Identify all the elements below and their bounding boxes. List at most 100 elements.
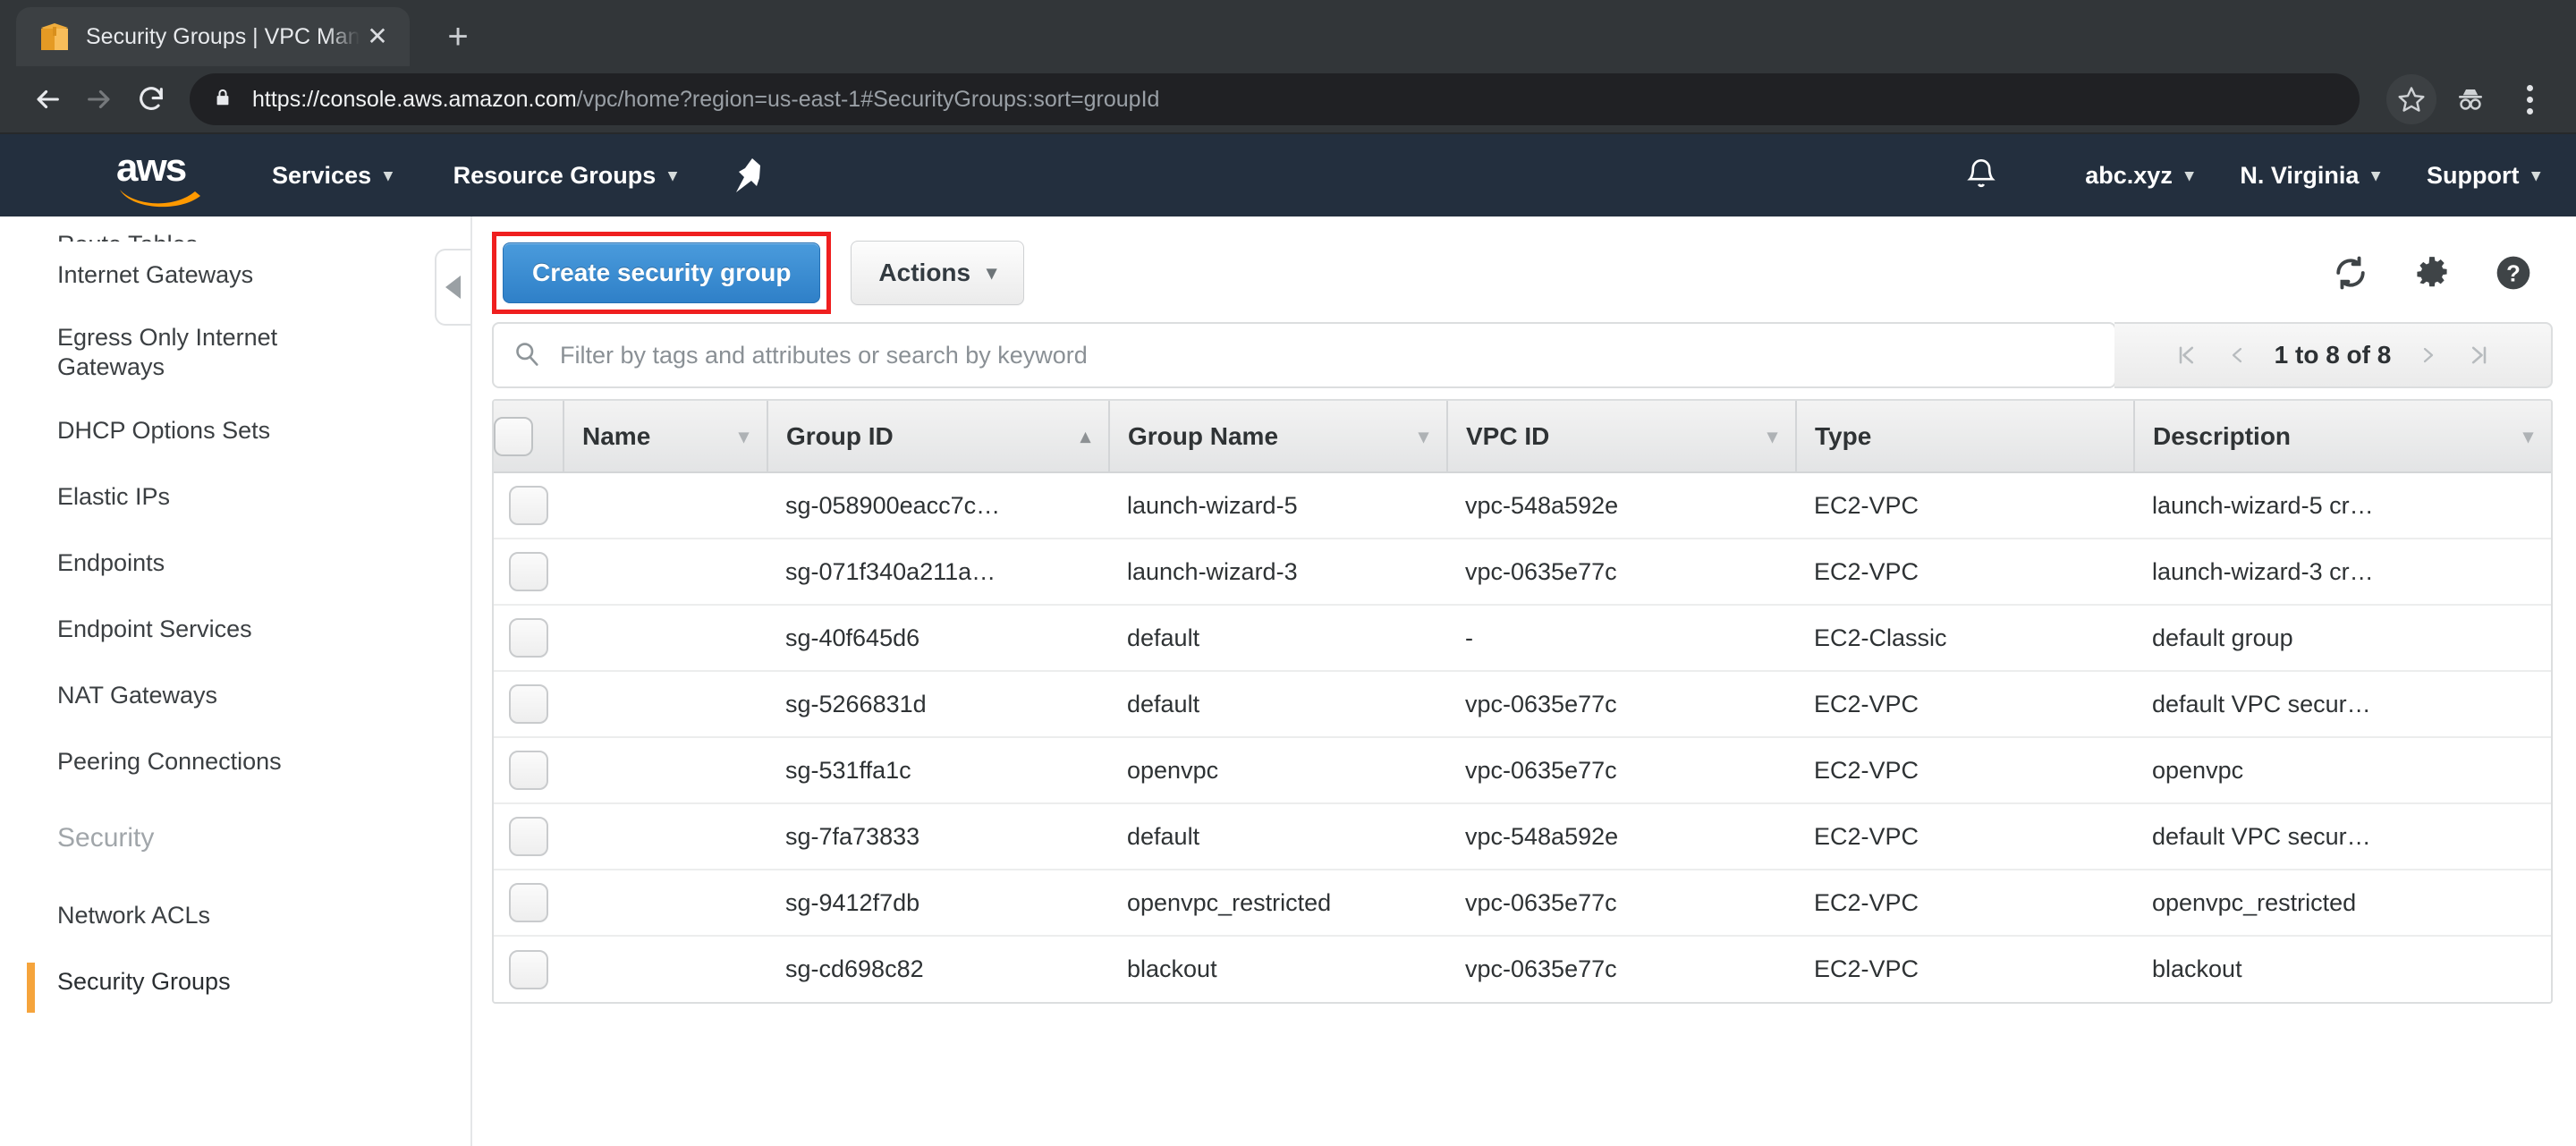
cell-name bbox=[564, 605, 767, 672]
table-row[interactable]: sg-40f645d6 default - EC2-Classic defaul… bbox=[494, 605, 2551, 672]
aws-logo[interactable]: aws bbox=[111, 146, 211, 208]
sidebar-item-label: Route Tables bbox=[57, 230, 198, 242]
nav-support-label: Support bbox=[2426, 161, 2520, 189]
nav-services[interactable]: Services ▾ bbox=[272, 162, 393, 190]
toolbar-right-icons: ? bbox=[2331, 253, 2553, 293]
table-row[interactable]: sg-058900eacc7c… launch-wizard-5 vpc-548… bbox=[494, 472, 2551, 539]
row-checkbox[interactable] bbox=[509, 751, 548, 790]
row-checkbox[interactable] bbox=[509, 486, 548, 525]
sidebar-item-elastic-ips[interactable]: Elastic IPs bbox=[0, 463, 470, 530]
sidebar-item-dhcp-options-sets[interactable]: DHCP Options Sets bbox=[0, 397, 470, 463]
prev-page-button[interactable] bbox=[2226, 341, 2248, 369]
cell-group-name: default bbox=[1109, 671, 1447, 738]
sidebar-item-peering-connections[interactable]: Peering Connections bbox=[0, 728, 470, 794]
column-header-type[interactable]: Type bbox=[1796, 401, 2135, 473]
pagination-count: 1 to 8 of 8 bbox=[2274, 341, 2392, 369]
search-input[interactable] bbox=[560, 341, 2095, 369]
sidebar-item-label: Egress Only Internet Gateways bbox=[57, 324, 278, 380]
nav-account-label: abc.xyz bbox=[2085, 161, 2173, 189]
create-security-group-button[interactable]: Create security group bbox=[503, 242, 821, 303]
column-header-group-id[interactable]: Group ID ▴ bbox=[767, 401, 1110, 473]
cell-type: EC2-Classic bbox=[1796, 605, 2134, 672]
search-box[interactable] bbox=[492, 322, 2116, 388]
row-checkbox[interactable] bbox=[509, 552, 548, 591]
column-header-description[interactable]: Description ▾ bbox=[2134, 401, 2551, 473]
nav-support[interactable]: Support ▾ bbox=[2427, 162, 2540, 190]
cell-name bbox=[564, 870, 767, 937]
row-checkbox[interactable] bbox=[509, 684, 548, 724]
row-checkbox[interactable] bbox=[509, 949, 548, 989]
table-row[interactable]: sg-531ffa1c openvpc vpc-0635e77c EC2-VPC… bbox=[494, 737, 2551, 804]
back-icon[interactable] bbox=[21, 73, 73, 125]
cell-group-name: default bbox=[1109, 803, 1447, 870]
sidebar-item-egress-only-internet-gateways[interactable]: Egress Only Internet Gateways bbox=[0, 308, 470, 397]
sidebar-item-endpoints[interactable]: Endpoints bbox=[0, 530, 470, 596]
last-page-button[interactable] bbox=[2466, 341, 2491, 369]
table-row[interactable]: sg-cd698c82 blackout vpc-0635e77c EC2-VP… bbox=[494, 936, 2551, 1002]
nav-account[interactable]: abc.xyz ▾ bbox=[2085, 162, 2193, 190]
cell-type: EC2-VPC bbox=[1796, 870, 2134, 937]
actions-button[interactable]: Actions ▾ bbox=[851, 241, 1025, 305]
tab-title: Security Groups | VPC Management Console bbox=[86, 23, 360, 49]
address-bar[interactable]: https://console.aws.amazon.com/vpc/home?… bbox=[190, 73, 2360, 125]
sidebar-item-endpoint-services[interactable]: Endpoint Services bbox=[0, 596, 470, 662]
sidebar-item-network-acls[interactable]: Network ACLs bbox=[0, 882, 470, 948]
cell-name bbox=[564, 539, 767, 606]
filter-row: 1 to 8 of 8 bbox=[492, 322, 2553, 388]
table-row[interactable]: sg-9412f7db openvpc_restricted vpc-0635e… bbox=[494, 870, 2551, 937]
pin-icon[interactable] bbox=[733, 157, 763, 194]
vpc-sidebar: Route Tables Internet Gateways Egress On… bbox=[0, 216, 472, 1146]
close-icon[interactable]: ✕ bbox=[360, 19, 395, 55]
chevron-down-icon: ▾ bbox=[384, 166, 393, 185]
table-row[interactable]: sg-5266831d default vpc-0635e77c EC2-VPC… bbox=[494, 671, 2551, 738]
chevron-down-icon: ▾ bbox=[1418, 424, 1428, 447]
three-dot-menu-icon[interactable] bbox=[2504, 74, 2555, 124]
sidebar-section-security: Security bbox=[57, 823, 155, 853]
sidebar-item-label: Network ACLs bbox=[57, 901, 211, 929]
chevron-down-icon: ▾ bbox=[668, 166, 677, 185]
incognito-icon[interactable] bbox=[2445, 74, 2496, 124]
select-all-header bbox=[494, 401, 564, 473]
first-page-button[interactable] bbox=[2174, 341, 2199, 369]
action-toolbar: Create security group Actions ▾ ? bbox=[492, 232, 2576, 314]
url-path: /vpc/home?region=us-east-1#SecurityGroup… bbox=[576, 86, 1160, 112]
table-row[interactable]: sg-7fa73833 default vpc-548a592e EC2-VPC… bbox=[494, 803, 2551, 870]
row-checkbox-cell bbox=[494, 803, 564, 870]
browser-tab[interactable]: Security Groups | VPC Management Console… bbox=[16, 7, 410, 66]
cell-name bbox=[564, 671, 767, 738]
new-tab-button[interactable]: + bbox=[433, 12, 483, 62]
nav-region[interactable]: N. Virginia ▾ bbox=[2240, 162, 2380, 190]
cell-group-name: launch-wizard-3 bbox=[1109, 539, 1447, 606]
sidebar-item-internet-gateways[interactable]: Internet Gateways bbox=[0, 242, 470, 308]
sidebar-item-nat-gateways[interactable]: NAT Gateways bbox=[0, 662, 470, 728]
star-icon[interactable] bbox=[2386, 74, 2436, 124]
select-all-checkbox[interactable] bbox=[494, 416, 533, 456]
page-body: Route Tables Internet Gateways Egress On… bbox=[0, 216, 2576, 1146]
column-label: VPC ID bbox=[1466, 421, 1550, 450]
cell-name bbox=[564, 936, 767, 1002]
nav-resource-groups[interactable]: Resource Groups ▾ bbox=[453, 162, 677, 190]
sidebar-item-route-tables[interactable]: Route Tables bbox=[0, 216, 470, 242]
table-header-row: Name ▾ Group ID ▴ Group Name ▾ VPC ID ▾ bbox=[494, 401, 2551, 473]
row-checkbox[interactable] bbox=[509, 883, 548, 922]
bell-icon[interactable] bbox=[1963, 156, 1999, 195]
refresh-icon[interactable] bbox=[2331, 253, 2370, 293]
column-header-group-name[interactable]: Group Name ▾ bbox=[1109, 401, 1448, 473]
cell-vpc-id: vpc-548a592e bbox=[1447, 803, 1796, 870]
row-checkbox[interactable] bbox=[509, 817, 548, 856]
next-page-button[interactable] bbox=[2418, 341, 2439, 369]
gear-icon[interactable] bbox=[2413, 254, 2451, 292]
row-checkbox[interactable] bbox=[509, 618, 548, 658]
aws-logo-text: aws bbox=[116, 146, 187, 190]
svg-text:?: ? bbox=[2506, 262, 2521, 287]
row-checkbox-cell bbox=[494, 671, 564, 738]
help-icon[interactable]: ? bbox=[2494, 253, 2533, 293]
sidebar-item-security-groups[interactable]: Security Groups bbox=[0, 948, 470, 1014]
cell-vpc-id: vpc-548a592e bbox=[1447, 472, 1796, 539]
column-header-name[interactable]: Name ▾ bbox=[564, 401, 768, 473]
column-header-vpc-id[interactable]: VPC ID ▾ bbox=[1447, 401, 1797, 473]
sidebar-item-label: Endpoints bbox=[57, 548, 165, 576]
reload-icon[interactable] bbox=[125, 73, 177, 125]
table-row[interactable]: sg-071f340a211a… launch-wizard-3 vpc-063… bbox=[494, 539, 2551, 606]
sidebar-collapse-button[interactable] bbox=[435, 249, 470, 326]
